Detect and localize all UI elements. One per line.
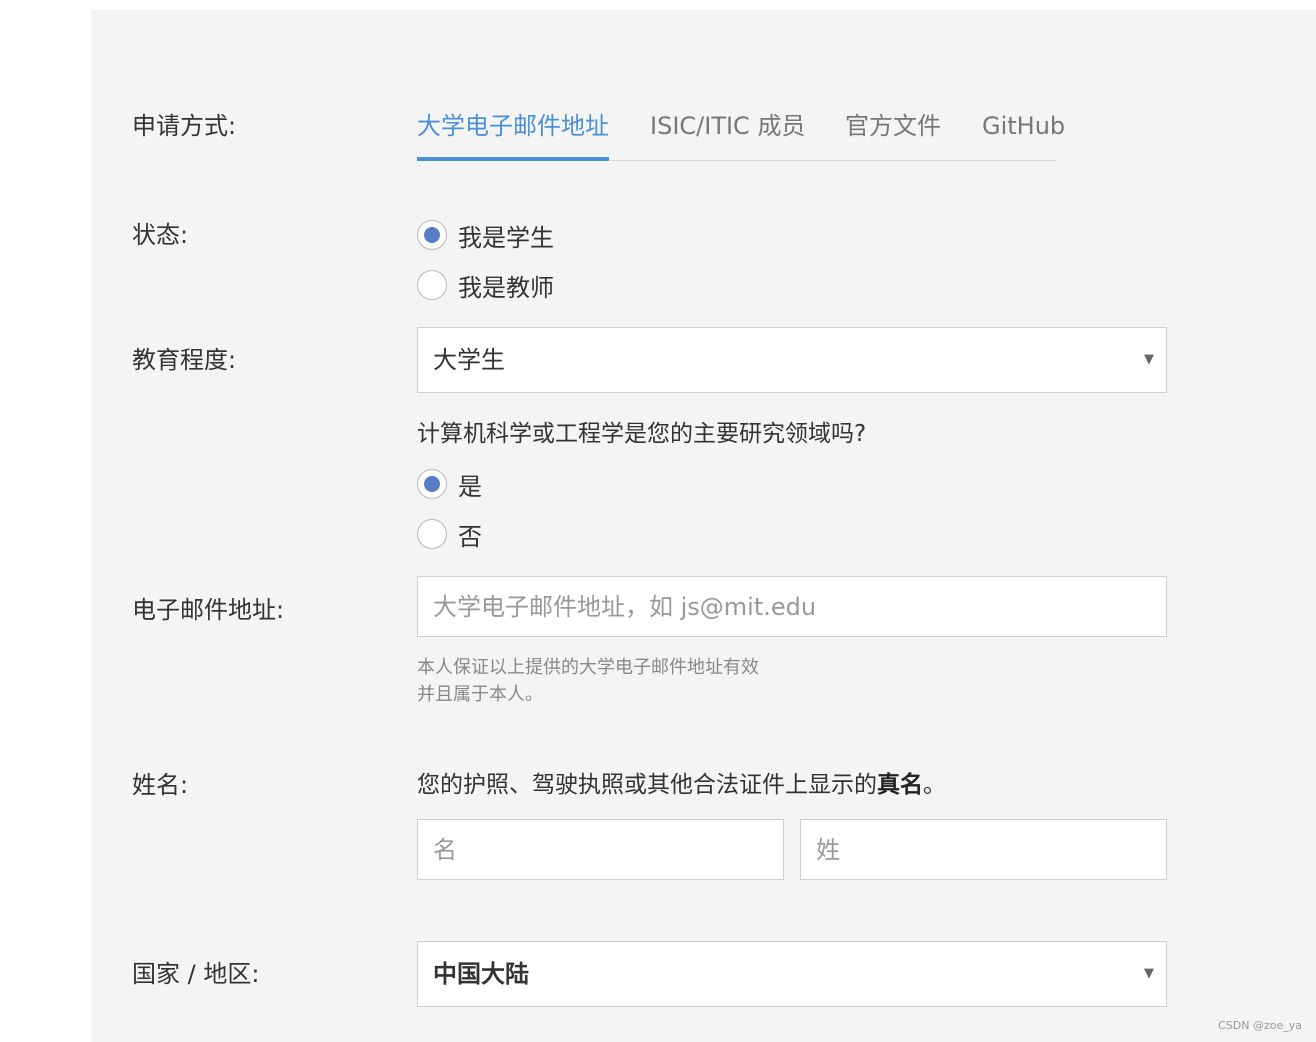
apply-method-label: 申请方式: (132, 112, 237, 140)
education-select-value: 大学生 (433, 346, 505, 374)
name-hint-bold: 真名 (877, 772, 923, 798)
tab-official-document[interactable]: 官方文件 (845, 104, 941, 160)
cs-no-label: 否 (458, 522, 482, 551)
status-teacher-radio[interactable] (417, 270, 447, 300)
cs-yes-radio[interactable] (417, 469, 447, 499)
chevron-down-icon: ▼ (1144, 966, 1154, 981)
email-label: 电子邮件地址: (132, 596, 285, 624)
country-select-value: 中国大陆 (433, 960, 529, 988)
tab-university-email[interactable]: 大学电子邮件地址 (417, 104, 609, 161)
email-field[interactable] (417, 576, 1167, 637)
status-teacher-option[interactable]: 我是教师 (417, 268, 554, 302)
cs-field-question: 计算机科学或工程学是您的主要研究领域吗? (417, 421, 867, 447)
email-hint: 本人保证以上提供的大学电子邮件地址有效 并且属于本人。 (417, 654, 759, 708)
status-student-radio[interactable] (417, 220, 447, 250)
last-name-field[interactable] (800, 819, 1167, 880)
name-hint-prefix: 您的护照、驾驶执照或其他合法证件上显示的 (417, 772, 877, 798)
watermark: CSDN @zoe_ya (1218, 1019, 1302, 1032)
country-select[interactable]: 中国大陆 ▼ (417, 941, 1167, 1007)
first-name-field[interactable] (417, 819, 784, 880)
form-panel (91, 10, 1316, 1042)
email-hint-line2: 并且属于本人。 (417, 684, 543, 705)
name-hint-suffix: 。 (923, 772, 946, 798)
cs-no-radio[interactable] (417, 519, 447, 549)
email-hint-line1: 本人保证以上提供的大学电子邮件地址有效 (417, 657, 759, 678)
status-label: 状态: (132, 221, 189, 249)
country-label: 国家 / 地区: (132, 960, 260, 988)
tab-isic-itic[interactable]: ISIC/ITIC 成员 (650, 104, 805, 160)
name-label: 姓名: (132, 771, 189, 799)
tab-github[interactable]: GitHub (982, 104, 1065, 160)
cs-yes-label: 是 (458, 472, 482, 501)
status-student-label: 我是学生 (458, 223, 554, 252)
chevron-down-icon: ▼ (1144, 352, 1154, 367)
education-label: 教育程度: (132, 346, 237, 374)
education-select[interactable]: 大学生 ▼ (417, 327, 1167, 393)
status-teacher-label: 我是教师 (458, 273, 554, 302)
cs-no-option[interactable]: 否 (417, 517, 482, 551)
apply-method-tabs: 大学电子邮件地址 ISIC/ITIC 成员 官方文件 GitHub (417, 104, 1065, 161)
cs-yes-option[interactable]: 是 (417, 467, 482, 501)
name-hint: 您的护照、驾驶执照或其他合法证件上显示的真名。 (417, 769, 946, 801)
status-student-option[interactable]: 我是学生 (417, 218, 554, 252)
